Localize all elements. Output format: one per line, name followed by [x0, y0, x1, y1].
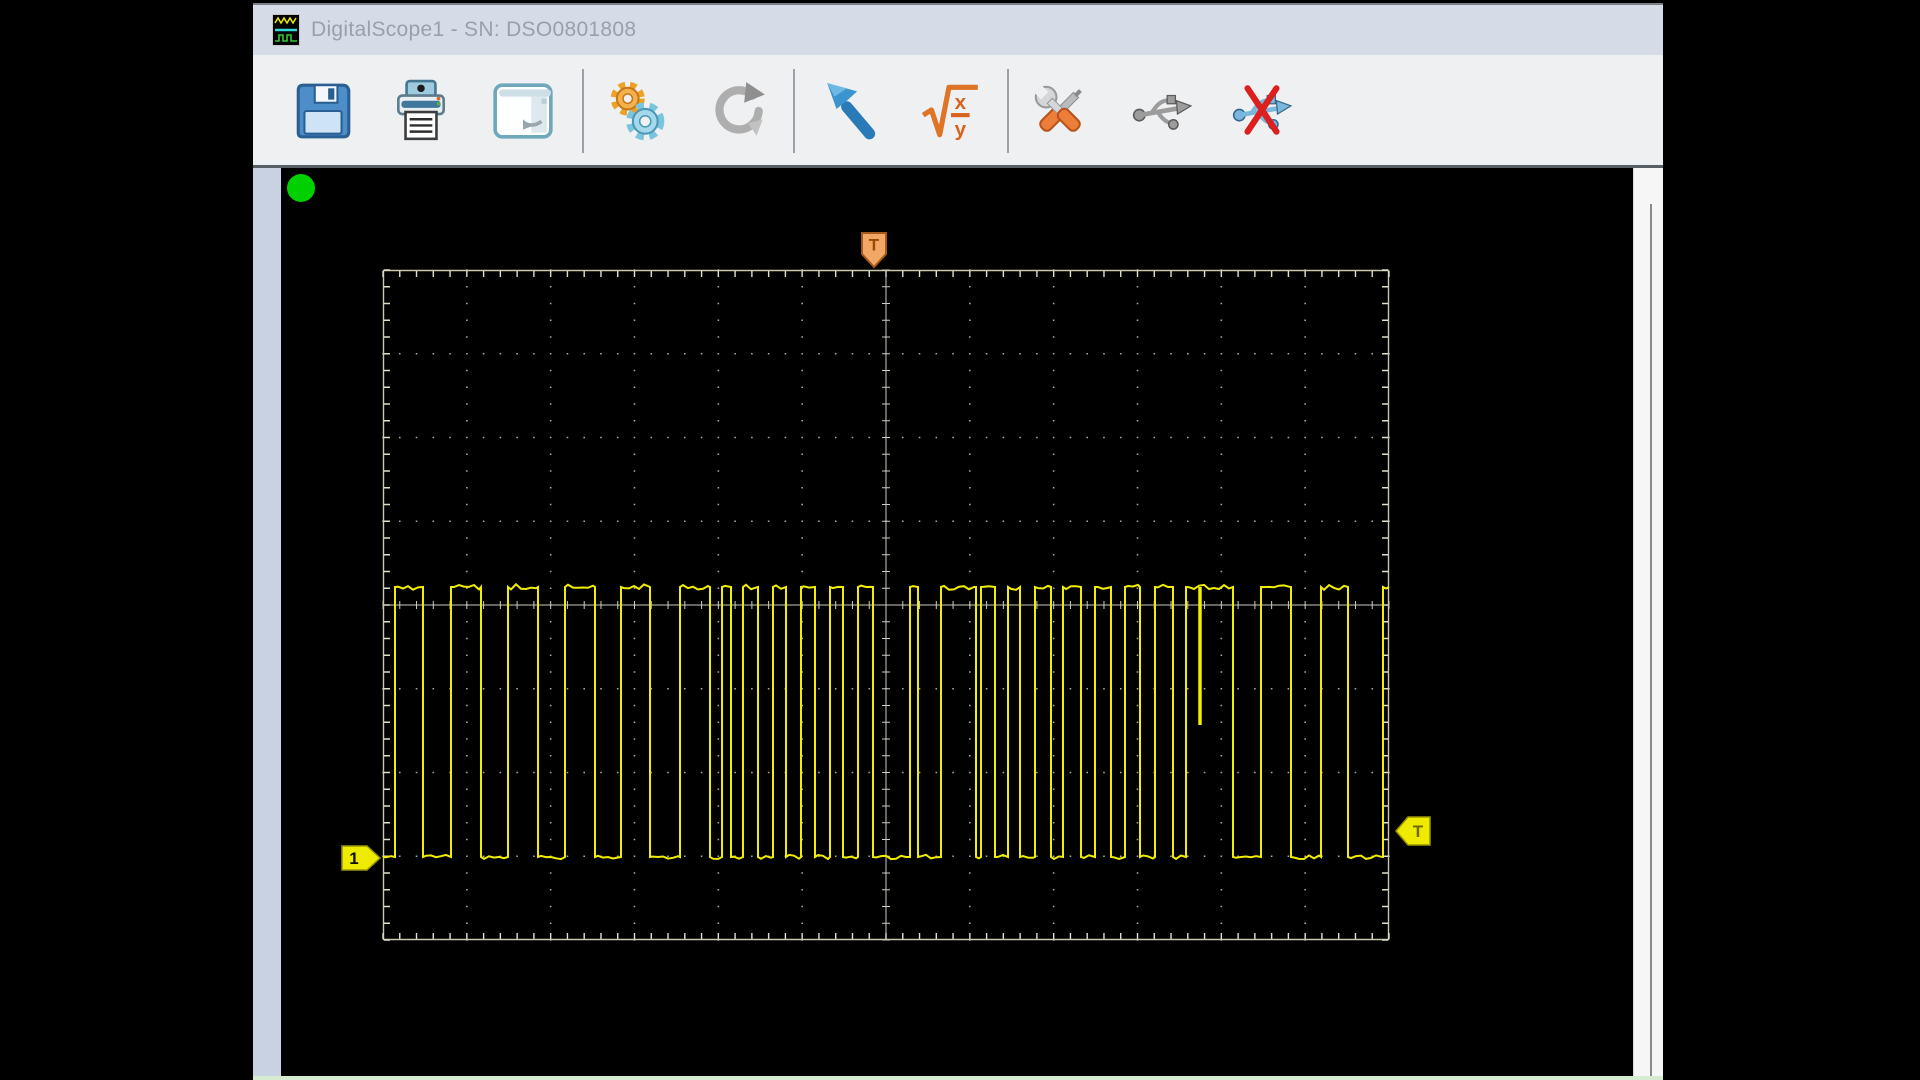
usb-icon: [1129, 78, 1195, 144]
math-y-glyph: y: [955, 118, 967, 141]
cursor-button[interactable]: [813, 71, 893, 151]
trigger-position-label: T: [869, 236, 880, 255]
floppy-disk-icon: [290, 78, 356, 144]
window-left-frame: [253, 168, 281, 1076]
sqrt-xy-icon: x y: [917, 78, 983, 144]
settings-button[interactable]: [597, 71, 677, 151]
scope-display: T 1 T: [281, 168, 1633, 1076]
math-button[interactable]: x y: [910, 71, 990, 151]
scrollbar-thumb[interactable]: [1650, 204, 1652, 1076]
window-panel-icon: [490, 78, 556, 144]
graticule-svg: [383, 270, 1389, 940]
toolbar-separator: [1007, 69, 1009, 153]
math-x-glyph: x: [955, 91, 967, 114]
channel1-marker-label: 1: [349, 849, 358, 868]
print-button[interactable]: [381, 71, 461, 151]
save-button[interactable]: [283, 71, 363, 151]
usb-disconnect-icon: [1229, 78, 1295, 144]
run-status-indicator: [287, 174, 315, 202]
tools-icon: [1027, 78, 1093, 144]
channel1-ground-marker[interactable]: 1: [341, 845, 381, 876]
gears-icon: [604, 78, 670, 144]
arrow-cursor-icon: [820, 78, 886, 144]
titlebar[interactable]: DigitalScope1 - SN: DSO0801808: [253, 5, 1663, 55]
toolbar: x y: [253, 55, 1663, 168]
refresh-button[interactable]: [698, 71, 778, 151]
printer-icon: [388, 78, 454, 144]
refresh-arrows-icon: [705, 78, 771, 144]
usb-disconnect-button[interactable]: [1222, 71, 1302, 151]
trigger-level-label: T: [1413, 822, 1424, 841]
trigger-position-marker[interactable]: T: [861, 232, 887, 274]
panel-view-button[interactable]: [483, 71, 563, 151]
scope-waveform-icon: [272, 14, 300, 46]
app-window: DigitalScope1 - SN: DSO0801808: [253, 3, 1663, 1078]
trigger-level-marker[interactable]: T: [1395, 816, 1431, 851]
toolbar-separator: [582, 69, 584, 153]
window-bottom-edge: [253, 1076, 1663, 1080]
toolbar-separator: [793, 69, 795, 153]
tools-button[interactable]: [1020, 71, 1100, 151]
vertical-scrollbar[interactable]: [1633, 168, 1663, 1076]
window-title: DigitalScope1 - SN: DSO0801808: [311, 18, 636, 42]
usb-connect-button[interactable]: [1122, 71, 1202, 151]
